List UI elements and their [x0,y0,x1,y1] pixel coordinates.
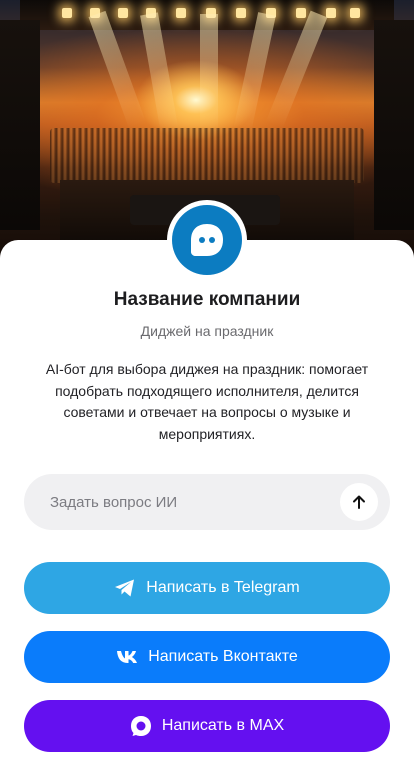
company-subtitle: Диджей на праздник [140,323,274,339]
ask-ai-input[interactable] [48,481,340,523]
arrow-up-icon [353,495,365,509]
chat-bot-icon [172,205,242,275]
telegram-button[interactable]: Написать в Telegram [24,562,390,614]
company-name: Название компании [113,289,301,310]
light-beam [200,14,218,134]
vk-button[interactable]: Написать Вконтакте [24,631,390,683]
spotlight [350,8,360,18]
spotlight [176,8,186,18]
max-icon [130,715,152,737]
avatar [167,200,247,280]
max-button-label: Написать в MAX [161,717,285,734]
vk-icon [116,650,138,664]
company-description: AI-бот для выбора диджея на праздник: по… [45,361,369,442]
send-button[interactable] [340,483,378,521]
ask-ai-field [24,474,390,530]
vk-button-label: Написать Вконтакте [148,648,298,665]
spotlight [118,8,128,18]
speaker-stack [0,20,40,230]
speaker-stack [374,20,414,230]
spotlight [236,8,246,18]
telegram-button-label: Написать в Telegram [146,579,300,596]
spotlight [62,8,72,18]
light-beam [140,12,179,134]
crowd [50,128,364,183]
max-button[interactable]: Написать в MAX [24,700,390,752]
spotlight [296,8,306,18]
telegram-icon [114,578,136,598]
